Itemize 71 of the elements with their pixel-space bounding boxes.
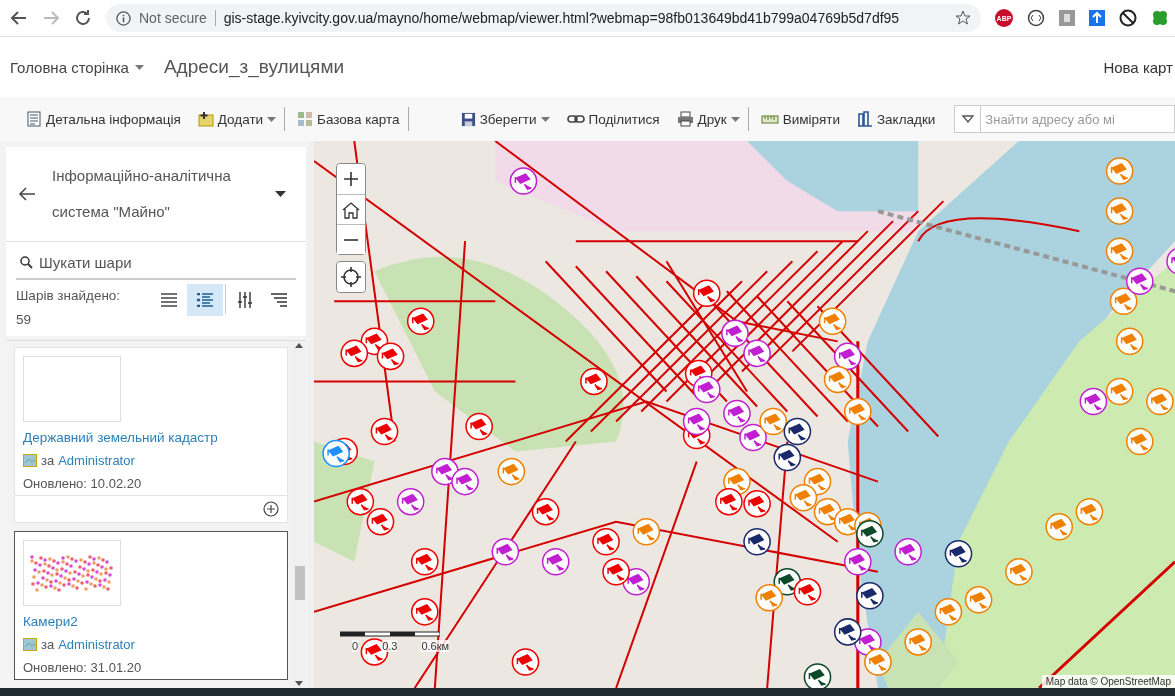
security-label: Not secure (139, 10, 216, 26)
toolbar-button[interactable]: Поділитися (558, 107, 669, 131)
address-bar[interactable]: Not secure gis-stage.kyivcity.gov.ua/mayno/home/webmap/viewer.html?webmap=98fb013649bd41b799a04769b5d7df95 (106, 4, 981, 32)
layers-found-label: Шарів знайдено: (16, 287, 122, 305)
layer-title-link[interactable]: Державний земельний кадастр (23, 430, 279, 445)
search-icon (20, 255, 33, 269)
caret-icon (134, 64, 144, 70)
detailed-list-icon (197, 293, 213, 307)
layers-found-count: 59 (16, 311, 33, 329)
scale-label: 0 (352, 640, 359, 652)
caret-icon (961, 115, 974, 123)
toolbar-button[interactable]: Зберегти (452, 107, 559, 131)
toolbar-button[interactable]: Друк (668, 107, 749, 131)
map-layer-icon (23, 638, 37, 651)
layer-card[interactable]: Камери2 за Administrator Оновлено: 31.01.20 (14, 531, 288, 680)
info-icon (116, 10, 131, 26)
home-menu[interactable]: Головна сторінка (10, 58, 144, 76)
toolbar-button[interactable]: Закладки (848, 107, 945, 131)
document-icon (26, 111, 42, 127)
scale-label: 0.3 (382, 640, 398, 652)
caret-icon (540, 116, 550, 122)
layer-title-link[interactable]: Камери2 (23, 614, 279, 629)
locate-button[interactable] (337, 262, 365, 292)
panel-title: Інформаційно-аналітична система "Майно" (51, 166, 232, 222)
updated-date: Оновлено: 31.01.20 (23, 660, 143, 675)
scroll-down-icon[interactable] (295, 681, 303, 686)
url-text: gis-stage.kyivcity.gov.ua/mayno/home/webmap/viewer.html?webmap=98fb013649bd41b799a04769b5d7df95 (223, 10, 901, 26)
caret-icon (267, 116, 277, 122)
scroll-up-icon[interactable] (295, 343, 303, 348)
sort-icon (271, 293, 287, 307)
bookmark-icon (856, 111, 873, 127)
sliders-icon (237, 292, 253, 308)
map-attribution: Map data © OpenStreetMap (1041, 675, 1175, 688)
map-title: Адреси_з_вулицями (163, 56, 346, 78)
scale-label: 0.6км (421, 640, 450, 652)
add-content-icon (197, 111, 214, 127)
back-arrow-icon[interactable] (18, 186, 36, 202)
extension-icon[interactable] (1089, 10, 1105, 26)
dropdown-caret-icon[interactable] (275, 191, 286, 197)
add-circle-icon[interactable] (263, 501, 279, 517)
clover-icon[interactable] (1151, 9, 1169, 27)
scrollbar-thumb[interactable] (295, 566, 305, 600)
extension-icon[interactable] (1027, 9, 1045, 27)
back-icon[interactable] (10, 9, 28, 27)
blocked-icon[interactable] (1119, 9, 1137, 27)
star-icon[interactable] (955, 10, 971, 26)
new-map-link[interactable]: Нова карт (1103, 58, 1173, 76)
grid-icon (297, 111, 314, 127)
author-prefix: за (41, 453, 55, 468)
author-link[interactable]: Administrator (58, 453, 135, 468)
updated-date: Оновлено: 10.02.20 (23, 476, 143, 491)
toolbar-button[interactable]: Виміряти (752, 107, 849, 131)
list-icon (161, 293, 177, 307)
address-search-box[interactable]: Знайти адресу або мі (954, 105, 1175, 133)
reload-icon[interactable] (74, 9, 92, 27)
toolbar-button[interactable]: Базова карта (289, 107, 409, 131)
layer-card[interactable]: Державний земельний кадастр за Administrator Оновлено: 10.02.20 (14, 347, 288, 523)
map-layer-icon (23, 454, 37, 467)
toolbar-button[interactable]: Детальна інформація (18, 107, 190, 131)
plus-icon (343, 171, 359, 187)
zoom-out-button[interactable] (337, 224, 365, 254)
minus-icon (343, 237, 359, 242)
author-prefix: за (41, 637, 55, 652)
toolbar-button[interactable]: Додати (189, 107, 286, 131)
home-icon (341, 200, 361, 219)
printer-icon (676, 111, 694, 127)
crosshair-icon (341, 267, 361, 287)
link-icon (566, 113, 585, 125)
view-toggle-button[interactable] (187, 284, 223, 316)
author-link[interactable]: Administrator (58, 637, 135, 652)
caret-icon (730, 116, 740, 122)
